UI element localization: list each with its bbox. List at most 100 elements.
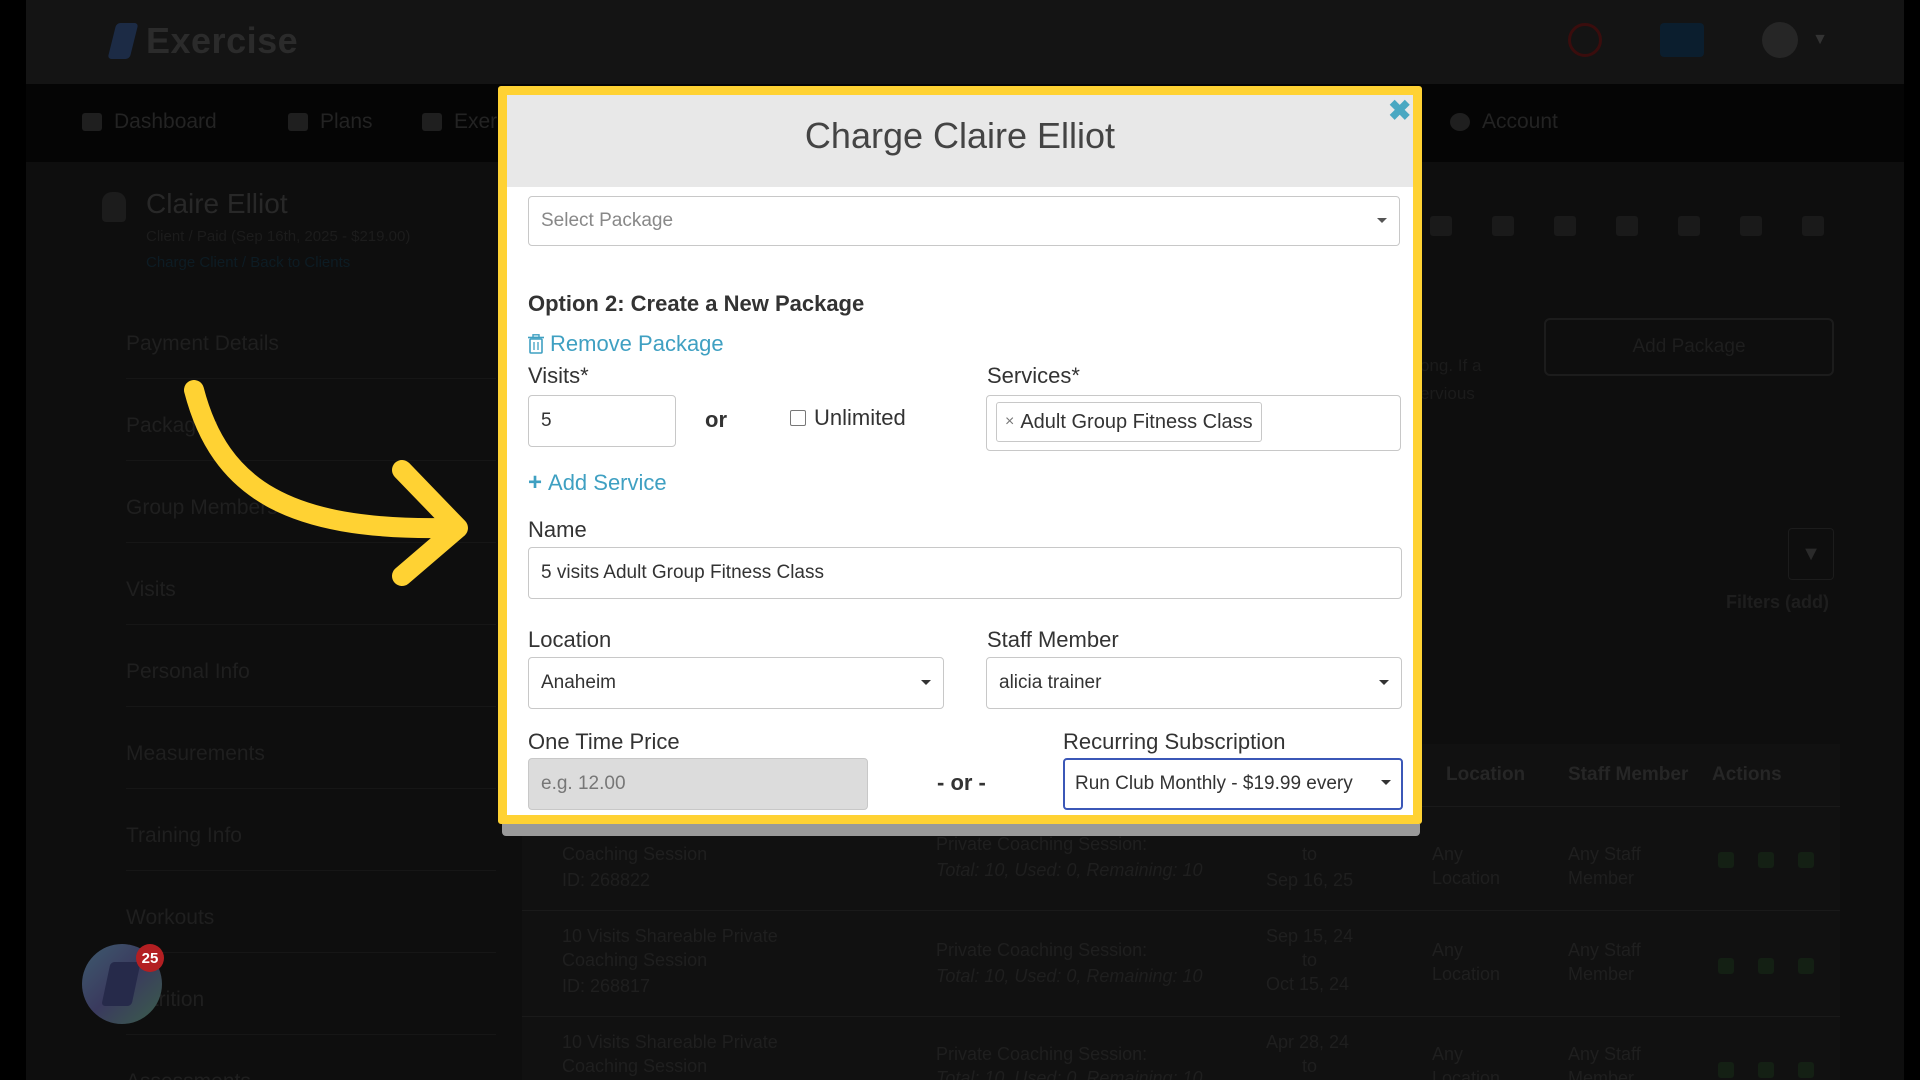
modal-shadow — [502, 824, 1420, 836]
table-header-staff: Staff Member — [1568, 764, 1689, 785]
add-package-button[interactable]: Add Package — [1544, 318, 1834, 376]
star-icon[interactable] — [1678, 216, 1700, 236]
package-date-sep: to — [1302, 844, 1318, 864]
or-label: or — [705, 407, 727, 432]
sidebar-item-visits[interactable]: Visits — [126, 578, 176, 602]
divider — [126, 870, 496, 871]
pencil-icon[interactable] — [1758, 852, 1774, 868]
filters-label[interactable]: Filters (add) — [1726, 592, 1829, 613]
client-links[interactable]: Charge Client / Back to Clients — [146, 254, 350, 271]
filter-icon[interactable]: ▼ — [1788, 528, 1834, 580]
table-header-actions: Actions — [1712, 764, 1782, 785]
select-package-dropdown[interactable]: Select Package — [528, 196, 1400, 246]
logo-icon — [107, 23, 139, 59]
nav-exercises[interactable]: Exer — [422, 110, 497, 134]
package-date-from: Apr 28, 24 — [1266, 1032, 1350, 1052]
chevron-down-icon[interactable]: ▼ — [1812, 31, 1828, 49]
unlimited-checkbox[interactable] — [790, 410, 806, 426]
package-date-from: Sep 15, 24 — [1266, 926, 1354, 946]
recurring-subscription-label: Recurring Subscription — [1063, 729, 1286, 754]
staff-member-value: alicia trainer — [999, 672, 1102, 693]
package-name-input[interactable]: 5 visits Adult Group Fitness Class — [528, 547, 1402, 599]
row-actions — [1718, 958, 1814, 974]
nav-account[interactable]: Account — [1450, 110, 1558, 134]
caret-down-icon — [1379, 680, 1389, 685]
add-service-label: Add Service — [548, 470, 667, 495]
service-tag-label: Adult Group Fitness Class — [1020, 410, 1253, 433]
package-usage: Total: 10, Used: 0, Remaining: 10 — [936, 860, 1203, 880]
sidebar-item-measurements[interactable]: Measurements — [126, 742, 265, 766]
package-location: Any Location — [1432, 1044, 1501, 1080]
caret-down-icon — [1377, 218, 1387, 223]
visits-value: 5 — [541, 410, 552, 431]
trash-icon[interactable] — [1798, 958, 1814, 974]
sidebar-item-training-info[interactable]: Training Info — [126, 824, 242, 848]
recurring-subscription-select[interactable]: Run Club Monthly - $19.99 every — [1063, 758, 1403, 810]
package-staff: Any Staff Member — [1568, 844, 1641, 888]
add-service-link[interactable]: + Add Service — [528, 469, 667, 497]
notification-icon[interactable] — [1660, 23, 1705, 57]
user-icon[interactable] — [1430, 216, 1452, 236]
location-select[interactable]: Anaheim — [528, 657, 944, 709]
sidebar-item-payment-details[interactable]: Payment Details — [126, 332, 279, 356]
plus-icon: + — [528, 469, 543, 496]
package-name: 10 Visits Shareable Private Coaching Ses… — [562, 926, 778, 970]
edit-icon[interactable] — [1718, 852, 1734, 868]
sidebar-item-assessments[interactable]: Assessments — [126, 1070, 251, 1080]
divider — [522, 910, 1840, 911]
divider — [126, 788, 496, 789]
one-time-price-label: One Time Price — [528, 729, 680, 754]
timer-icon[interactable] — [1568, 23, 1603, 57]
pencil-icon[interactable] — [1758, 1062, 1774, 1078]
package-service: Private Coaching Session: — [936, 940, 1148, 960]
divider — [126, 706, 496, 707]
modal-header: Charge Claire Elliot — [507, 95, 1413, 187]
brand-logo[interactable]: Exercise — [107, 20, 298, 62]
heart-icon[interactable] — [1616, 216, 1638, 236]
ghost-note: ervious — [1420, 384, 1475, 403]
package-name: Coaching Session — [562, 844, 708, 864]
nav-dashboard[interactable]: Dashboard — [82, 110, 217, 134]
one-time-price-input[interactable]: e.g. 12.00 — [528, 758, 868, 810]
account-icon — [1450, 113, 1470, 131]
recurring-subscription-value: Run Club Monthly - $19.99 every — [1075, 773, 1353, 794]
divider — [126, 1034, 496, 1035]
ghost-note: ong. If a — [1420, 356, 1482, 375]
calendar-icon[interactable] — [1492, 216, 1514, 236]
exercise-icon — [422, 113, 442, 131]
row-actions — [1718, 1062, 1814, 1078]
envelope-icon[interactable] — [1802, 216, 1824, 236]
staff-member-label: Staff Member — [987, 627, 1119, 652]
divider — [522, 1016, 1840, 1017]
trash-icon[interactable] — [1798, 852, 1814, 868]
top-icons: ▼ — [1568, 22, 1828, 58]
staff-member-select[interactable]: alicia trainer — [986, 657, 1402, 709]
remove-package-link[interactable]: Remove Package — [528, 331, 724, 357]
visits-input[interactable]: 5 — [528, 395, 676, 447]
nav-plans[interactable]: Plans — [288, 110, 373, 134]
gear-icon[interactable] — [1740, 216, 1762, 236]
package-location: Any Location — [1432, 844, 1501, 888]
nav-label: Account — [1482, 110, 1558, 133]
sidebar-item-personal-info[interactable]: Personal Info — [126, 660, 250, 684]
edit-icon[interactable] — [1718, 1062, 1734, 1078]
package-id: ID: 268822 — [562, 870, 651, 890]
chat-unread-badge: 25 — [136, 944, 164, 972]
pencil-icon[interactable] — [1758, 958, 1774, 974]
unlimited-checkbox-row[interactable]: Unlimited — [790, 405, 906, 431]
edit-icon[interactable] — [1718, 958, 1734, 974]
nav-label: Plans — [320, 110, 373, 133]
tag-remove-icon[interactable]: × — [1005, 413, 1014, 431]
close-icon[interactable]: ✖ — [1388, 94, 1411, 127]
trash-icon[interactable] — [1798, 1062, 1814, 1078]
client-action-icons — [1430, 216, 1824, 236]
document-icon[interactable] — [1554, 216, 1576, 236]
remove-package-label: Remove Package — [550, 331, 724, 356]
sidebar-item-workouts[interactable]: Workouts — [126, 906, 214, 930]
table-header-location: Location — [1446, 764, 1526, 785]
visits-label: Visits* — [528, 363, 589, 388]
select-package-placeholder: Select Package — [541, 210, 674, 231]
user-avatar[interactable] — [1762, 22, 1799, 58]
list-icon — [82, 113, 102, 131]
divider — [126, 378, 496, 379]
